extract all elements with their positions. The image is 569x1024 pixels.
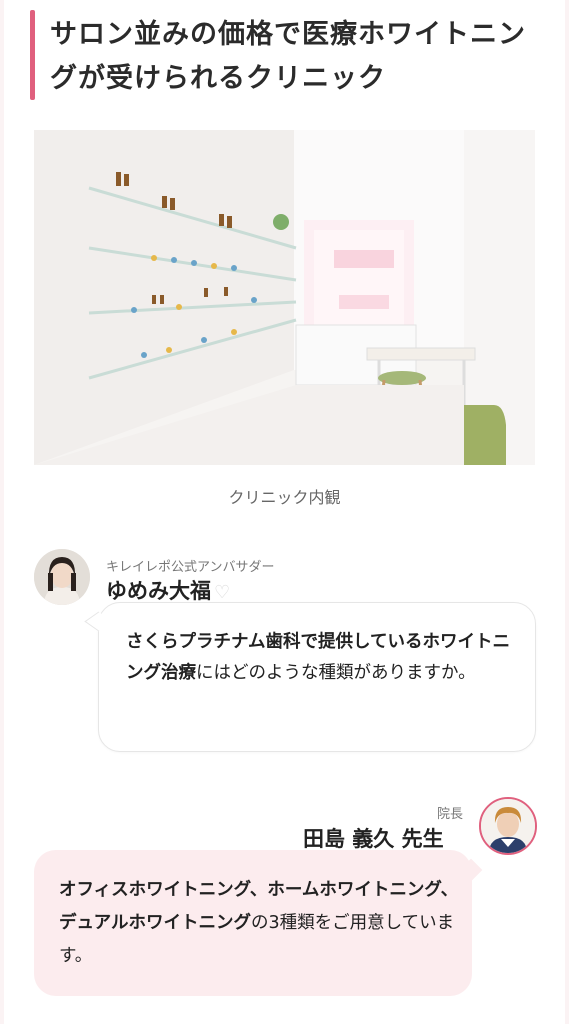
photo-caption: クリニック内観 [228,488,341,507]
doctor-role: 院長 [437,807,464,822]
question-text-rest: にはどのような種類がありますか。 [196,663,476,683]
ambassador-name: ゆめみ大福 ♡ [106,575,230,605]
section-heading: サロン並みの価格で医療ホワイトニングが受けられるクリニック [30,10,544,102]
person-avatar-icon [481,799,535,853]
heading-accent-bar [30,10,35,100]
question-bubble: さくらプラチナム歯科で提供しているホワイトニング治療にはどのような種類があります… [98,602,536,752]
answer-text: オフィスホワイトニング、ホームホワイトニング、デュアルホワイトニングの3種類をご… [59,874,459,973]
person-avatar-icon [34,549,90,605]
ambassador-name-text: ゆめみ大福 [106,579,211,603]
heart-icon: ♡ [214,582,231,603]
clinic-illustration [34,130,535,465]
answer-bubble: オフィスホワイトニング、ホームホワイトニング、デュアルホワイトニングの3種類をご… [34,850,472,996]
ambassador-avatar [34,549,90,605]
clinic-interior-photo [34,130,535,465]
heading-title: サロン並みの価格で医療ホワイトニングが受けられるクリニック [50,19,526,94]
doctor-name: 田島 義久 先生 [303,827,444,851]
ambassador-role: キレイレポ公式アンバサダー [106,560,275,575]
doctor-avatar [479,797,537,855]
question-text: さくらプラチナム歯科で提供しているホワイトニング治療にはどのような種類があります… [126,627,518,689]
